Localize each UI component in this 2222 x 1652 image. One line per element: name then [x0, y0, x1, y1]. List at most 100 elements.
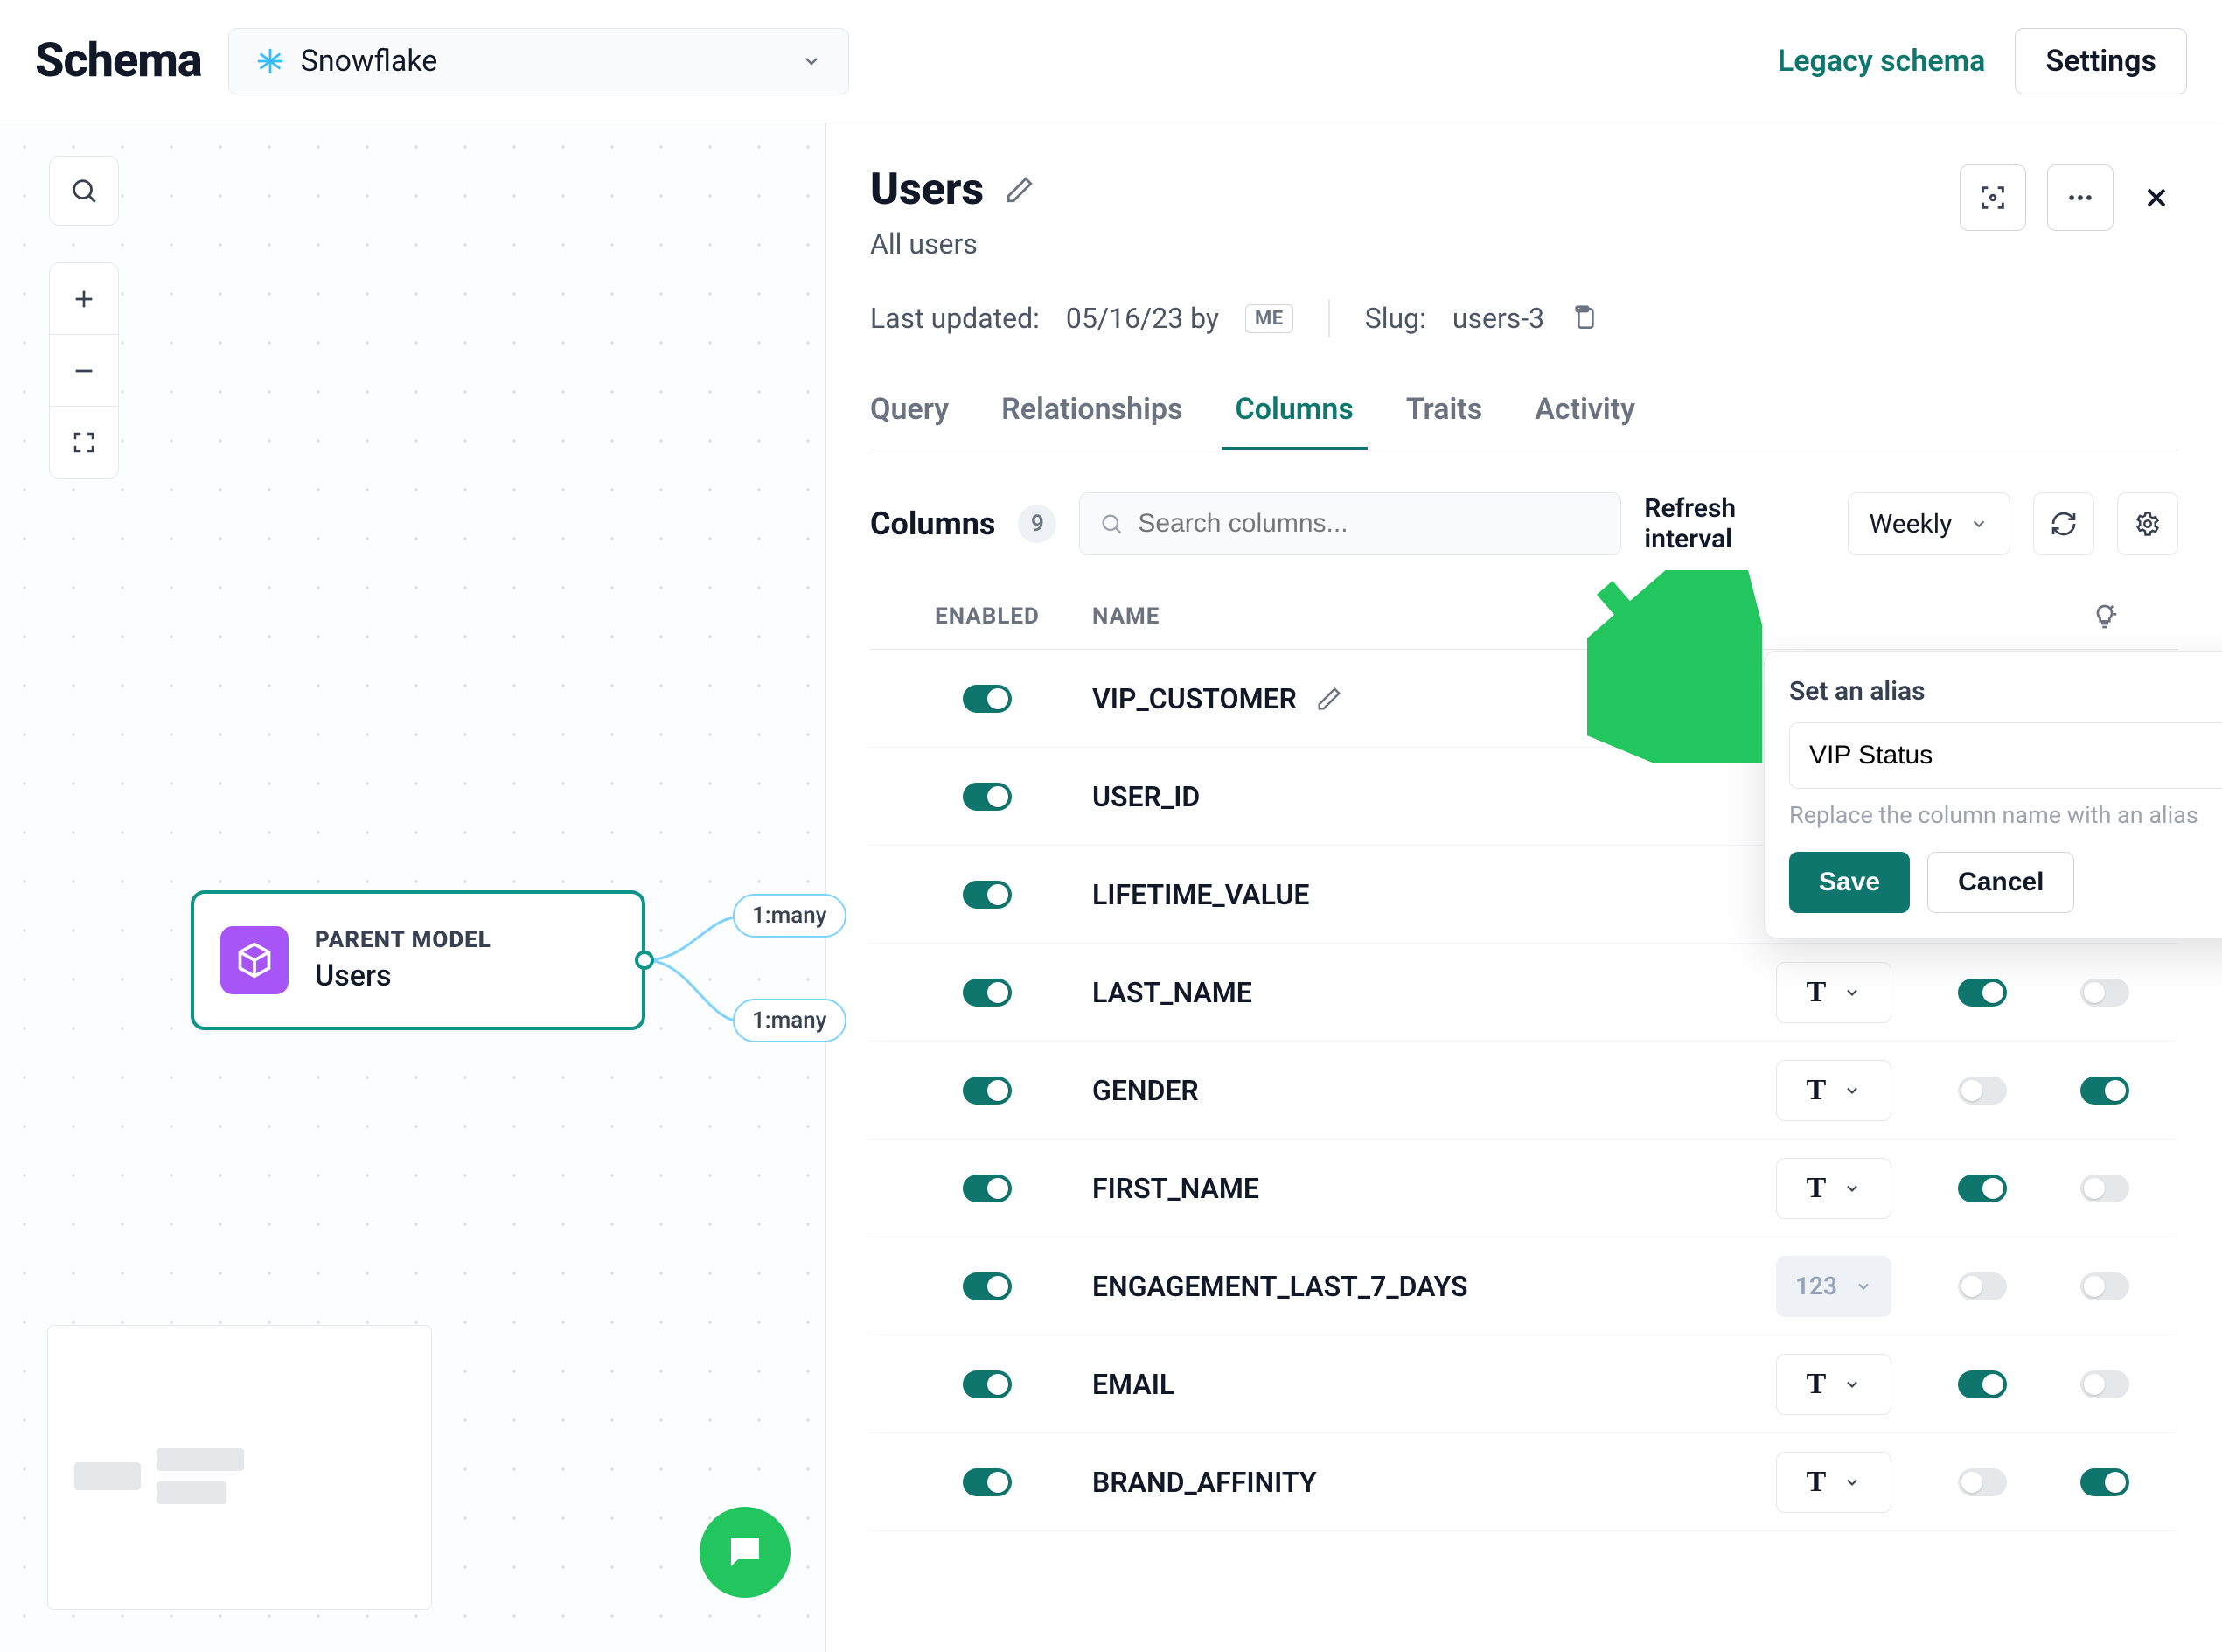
- toggle[interactable]: [963, 1077, 1012, 1105]
- clipboard-icon[interactable]: [1571, 304, 1599, 332]
- divider: [1328, 299, 1330, 338]
- table-row: ENGAGEMENT_LAST_7_DAYS 123: [870, 1237, 2178, 1335]
- type-chip[interactable]: T: [1776, 1060, 1891, 1121]
- columns-toolbar: Columns 9 Refresh interval Weekly: [870, 492, 2178, 555]
- toggle[interactable]: [1958, 1370, 2007, 1398]
- last-updated-label: Last updated:: [870, 302, 1040, 335]
- zoom-in-button[interactable]: [50, 263, 118, 335]
- toggle[interactable]: [1958, 1175, 2007, 1202]
- refresh-button[interactable]: [2033, 492, 2094, 555]
- toggle[interactable]: [963, 1272, 1012, 1300]
- toggle[interactable]: [963, 783, 1012, 811]
- toggle[interactable]: [2080, 1370, 2129, 1398]
- pencil-icon[interactable]: [1005, 175, 1034, 205]
- toggle[interactable]: [2080, 1077, 2129, 1105]
- columns-search[interactable]: [1079, 492, 1621, 555]
- snowflake-icon: [255, 46, 285, 76]
- tabs: Query Relationships Columns Traits Activ…: [870, 374, 2178, 450]
- type-label: T: [1807, 1074, 1827, 1107]
- more-button[interactable]: [2047, 164, 2114, 231]
- minimap[interactable]: [47, 1325, 432, 1610]
- toggle[interactable]: [1958, 1468, 2007, 1496]
- type-label: 123: [1795, 1272, 1837, 1300]
- tab-columns[interactable]: Columns: [1236, 374, 1354, 450]
- type-chip[interactable]: T: [1776, 1354, 1891, 1415]
- tab-traits[interactable]: Traits: [1406, 374, 1482, 450]
- columns-title: Columns: [870, 505, 995, 542]
- pencil-icon[interactable]: [1316, 686, 1342, 712]
- type-chip[interactable]: T: [1776, 1158, 1891, 1219]
- column-name: FIRST_NAME: [1092, 1172, 1259, 1205]
- alias-popover: Set an alias Replace the column name wit…: [1764, 651, 2222, 938]
- author-badge: ME: [1245, 304, 1293, 333]
- tab-relationships[interactable]: Relationships: [1001, 374, 1182, 450]
- chevron-down-icon: [1843, 1474, 1861, 1491]
- toggle[interactable]: [963, 1468, 1012, 1496]
- toggle[interactable]: [963, 1175, 1012, 1202]
- tab-activity[interactable]: Activity: [1535, 374, 1635, 450]
- toggle[interactable]: [963, 979, 1012, 1007]
- type-chip[interactable]: T: [1776, 962, 1891, 1023]
- minus-icon: [70, 357, 98, 385]
- search-icon: [1099, 512, 1124, 536]
- toggle[interactable]: [2080, 1468, 2129, 1496]
- table-row: GENDER T: [870, 1042, 2178, 1140]
- type-chip[interactable]: 123: [1776, 1256, 1891, 1317]
- chevron-down-icon: [1843, 1082, 1861, 1099]
- refresh-interval-value: Weekly: [1870, 509, 1953, 540]
- source-select[interactable]: Snowflake: [228, 28, 849, 94]
- save-button[interactable]: Save: [1789, 852, 1910, 913]
- columns-count: 9: [1018, 505, 1056, 543]
- columns-settings-button[interactable]: [2117, 492, 2178, 555]
- columns-search-input[interactable]: [1136, 508, 1601, 540]
- lightbulb-icon: [2091, 603, 2119, 631]
- toggle[interactable]: [1958, 1077, 2007, 1105]
- chat-fab[interactable]: [700, 1507, 791, 1598]
- plus-icon: [70, 285, 98, 313]
- expand-icon: [71, 429, 97, 456]
- focus-button[interactable]: [1960, 164, 2026, 231]
- parent-model-node[interactable]: PARENT MODEL Users: [191, 890, 645, 1030]
- toggle[interactable]: [1958, 979, 2007, 1007]
- node-output-handle[interactable]: [635, 951, 654, 970]
- popover-help: Replace the column name with an alias: [1789, 801, 2222, 829]
- tab-query[interactable]: Query: [870, 374, 949, 450]
- last-updated-value: 05/16/23 by: [1066, 302, 1219, 335]
- column-name: USER_ID: [1092, 780, 1200, 813]
- toggle[interactable]: [2080, 1272, 2129, 1300]
- legacy-schema-link[interactable]: Legacy schema: [1778, 44, 1986, 79]
- popover-title: Set an alias: [1789, 676, 2222, 707]
- toggle[interactable]: [963, 881, 1012, 909]
- canvas-search-button[interactable]: [49, 156, 119, 226]
- alias-input[interactable]: [1789, 722, 2222, 789]
- settings-button[interactable]: Settings: [2015, 28, 2187, 94]
- column-name: GENDER: [1092, 1074, 1199, 1107]
- canvas-pane[interactable]: PARENT MODEL Users 1:many 1:many: [0, 122, 826, 1652]
- toggle[interactable]: [963, 1370, 1012, 1398]
- chat-icon: [724, 1531, 766, 1573]
- column-name: LAST_NAME: [1092, 976, 1252, 1009]
- zoom-out-button[interactable]: [50, 335, 118, 407]
- cancel-button[interactable]: Cancel: [1927, 852, 2074, 913]
- table-row: EMAIL T: [870, 1335, 2178, 1433]
- type-label: T: [1807, 1172, 1827, 1205]
- model-title: Users: [870, 164, 984, 215]
- chevron-down-icon: [1855, 1278, 1872, 1295]
- toggle[interactable]: [1958, 1272, 2007, 1300]
- column-name: VIP_CUSTOMER: [1092, 682, 1297, 715]
- close-button[interactable]: [2135, 176, 2178, 220]
- type-chip[interactable]: T: [1776, 1452, 1891, 1513]
- detail-pane: Users All users Last updated: 05/16/23 b…: [826, 122, 2222, 1652]
- app-logo: Schema: [35, 33, 202, 88]
- refresh-interval-select[interactable]: Weekly: [1848, 492, 2011, 555]
- fit-screen-button[interactable]: [50, 407, 118, 478]
- column-name: LIFETIME_VALUE: [1092, 878, 1309, 911]
- source-label: Snowflake: [301, 44, 438, 79]
- toggle[interactable]: [963, 685, 1012, 713]
- type-label: T: [1807, 1466, 1827, 1499]
- toggle[interactable]: [2080, 1175, 2129, 1202]
- model-meta: Last updated: 05/16/23 by ME Slug: users…: [870, 299, 2178, 338]
- table-row: BRAND_AFFINITY T: [870, 1433, 2178, 1531]
- more-horizontal-icon: [2065, 183, 2095, 213]
- toggle[interactable]: [2080, 979, 2129, 1007]
